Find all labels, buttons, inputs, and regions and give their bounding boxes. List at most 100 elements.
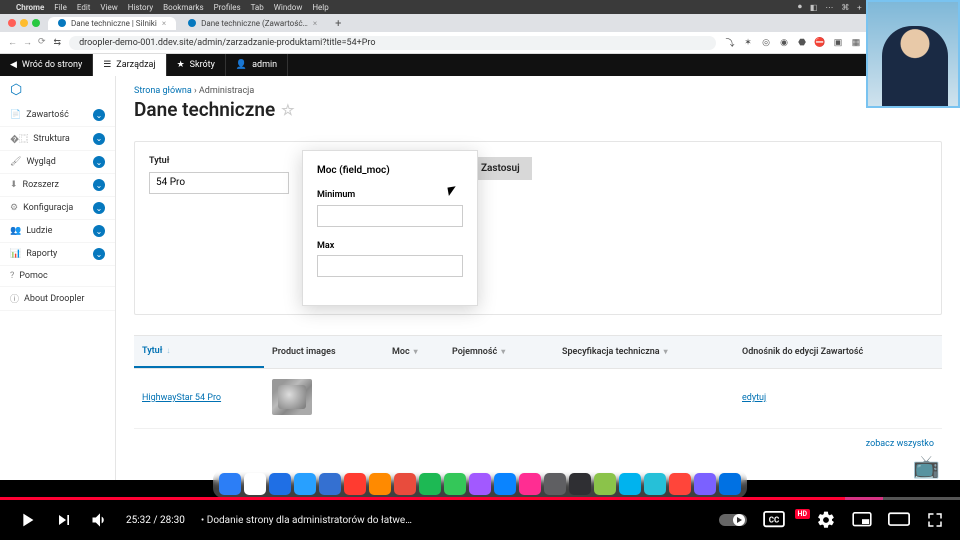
menu-edit[interactable]: Edit <box>77 3 91 12</box>
extension-icon[interactable]: ⛔ <box>814 37 826 49</box>
col-images: Product images <box>264 336 384 368</box>
fullscreen-button[interactable] <box>926 511 944 529</box>
volume-button[interactable] <box>90 510 110 530</box>
popover-min-input[interactable] <box>317 205 463 227</box>
sidebar-item-zawartość[interactable]: 📄Zawartość⌄ <box>0 104 115 127</box>
sidebar-item-ludzie[interactable]: 👥Ludzie⌄ <box>0 220 115 243</box>
popover-max-input[interactable] <box>317 255 463 277</box>
captions-button[interactable]: CC <box>763 511 785 529</box>
extension-icon[interactable]: ◉ <box>778 37 790 49</box>
dock-app-icon[interactable] <box>219 473 241 495</box>
dock-app-icon[interactable] <box>344 473 366 495</box>
dock-app-icon[interactable] <box>644 473 666 495</box>
col-spec[interactable]: Specyfikacja techniczna▾ <box>554 336 734 368</box>
apply-button[interactable]: Zastosuj <box>469 157 532 180</box>
extension-icon[interactable]: ✶ <box>742 37 754 49</box>
dock-app-icon[interactable] <box>519 473 541 495</box>
maximize-window-icon[interactable] <box>32 19 40 27</box>
menubar-status-icon[interactable]: ⏺ <box>798 2 802 12</box>
row-title-link[interactable]: HighwayStar 54 Pro <box>142 393 221 403</box>
new-tab-button[interactable]: + <box>329 17 347 30</box>
shortcuts-button[interactable]: ★ Skróty <box>167 54 226 76</box>
dock-app-icon[interactable] <box>269 473 291 495</box>
browser-tab-2[interactable]: Dane techniczne (Zawartość… × <box>178 17 327 30</box>
dock-app-icon[interactable] <box>369 473 391 495</box>
droopler-logo-icon[interactable]: ⬡ <box>0 76 115 104</box>
dock-app-icon[interactable] <box>594 473 616 495</box>
see-all-link[interactable]: zobacz wszystko <box>866 439 934 449</box>
menubar-status-icon[interactable]: ᚐ <box>857 3 861 12</box>
menubar-status-icon[interactable]: ⋯ <box>825 3 833 12</box>
filter-title-input[interactable] <box>149 172 289 194</box>
dock-app-icon[interactable] <box>494 473 516 495</box>
favorite-star-icon[interactable]: ☆ <box>281 101 294 119</box>
dock-app-icon[interactable] <box>294 473 316 495</box>
browser-tab-1[interactable]: Dane techniczne | Silniki × <box>48 17 176 30</box>
forward-icon[interactable]: → <box>23 37 32 48</box>
address-bar[interactable]: droopler-demo-001.ddev.site/admin/zarzad… <box>69 36 716 50</box>
menu-help[interactable]: Help <box>312 3 328 12</box>
autoplay-toggle[interactable] <box>719 512 747 528</box>
play-button[interactable] <box>16 509 38 531</box>
dock-app-icon[interactable] <box>694 473 716 495</box>
miniplayer-button[interactable] <box>852 512 872 528</box>
extension-icon[interactable]: ⤵ <box>724 37 736 49</box>
dock-app-icon[interactable] <box>319 473 341 495</box>
col-title[interactable]: Tytuł ↓ <box>134 336 264 368</box>
menubar-status-icon[interactable]: ◧ <box>810 3 818 12</box>
back-icon[interactable]: ← <box>8 37 17 48</box>
menu-window[interactable]: Window <box>274 3 303 12</box>
reload-icon[interactable]: ⟳ <box>38 37 46 48</box>
manage-button[interactable]: ☰ Zarządzaj <box>93 54 166 76</box>
site-info-icon[interactable]: ⇆ <box>54 38 62 48</box>
menu-profiles[interactable]: Profiles <box>214 3 241 12</box>
dock-app-icon[interactable] <box>719 473 741 495</box>
svg-text:CC: CC <box>768 515 779 525</box>
user-menu-button[interactable]: 👤 admin <box>226 54 288 76</box>
sidebar-item-struktura[interactable]: �⿴Struktura⌄ <box>0 127 115 151</box>
dock-app-icon[interactable] <box>619 473 641 495</box>
extension-icon[interactable]: ▦ <box>850 37 862 49</box>
sidebar-icon: �⿴ <box>10 132 28 145</box>
close-tab-icon[interactable]: × <box>162 19 166 28</box>
dock-app-icon[interactable] <box>419 473 441 495</box>
dock-app-icon[interactable] <box>444 473 466 495</box>
popover-max-label: Max <box>317 241 463 251</box>
sidebar-item-rozszerz[interactable]: ⬇Rozszerz⌄ <box>0 174 115 197</box>
extension-icon[interactable]: ◎ <box>760 37 772 49</box>
extension-icon[interactable]: ⬣ <box>796 37 808 49</box>
menu-tab[interactable]: Tab <box>251 3 264 12</box>
minimize-window-icon[interactable] <box>20 19 28 27</box>
breadcrumb-home[interactable]: Strona główna <box>134 86 192 96</box>
dock-app-icon[interactable] <box>469 473 491 495</box>
dock-app-icon[interactable] <box>669 473 691 495</box>
menubar-app[interactable]: Chrome <box>16 3 44 12</box>
sidebar-item-konfiguracja[interactable]: ⚙Konfiguracja⌄ <box>0 197 115 220</box>
dock-app-icon[interactable] <box>544 473 566 495</box>
dock-app-icon[interactable] <box>569 473 591 495</box>
close-tab-icon[interactable]: × <box>313 19 317 28</box>
mac-dock[interactable] <box>213 470 747 498</box>
extension-icon[interactable]: ▣ <box>832 37 844 49</box>
menu-view[interactable]: View <box>100 3 117 12</box>
menu-file[interactable]: File <box>54 3 67 12</box>
sidebar-item-raporty[interactable]: 📊Raporty⌄ <box>0 243 115 266</box>
theater-button[interactable] <box>888 512 910 528</box>
menubar-status-icon[interactable]: ⌘ <box>841 3 849 12</box>
settings-button[interactable]: HD <box>801 510 837 530</box>
dock-app-icon[interactable] <box>244 473 266 495</box>
menu-history[interactable]: History <box>128 3 153 12</box>
col-moc[interactable]: Moc▾ <box>384 336 444 368</box>
next-button[interactable] <box>54 510 74 530</box>
main-content: Strona główna › Administracja Dane techn… <box>116 76 960 480</box>
sidebar-item-about droopler[interactable]: ⓘAbout Droopler <box>0 287 115 311</box>
back-to-site-button[interactable]: ◀ Wróć do strony <box>0 54 93 76</box>
dock-app-icon[interactable] <box>394 473 416 495</box>
window-controls[interactable] <box>0 19 48 27</box>
close-window-icon[interactable] <box>8 19 16 27</box>
row-edit-link[interactable]: edytuj <box>742 393 766 403</box>
col-pojemnosc[interactable]: Pojemność▾ <box>444 336 554 368</box>
sidebar-item-pomoc[interactable]: ?Pomoc <box>0 266 115 287</box>
menu-bookmarks[interactable]: Bookmarks <box>163 3 203 12</box>
sidebar-item-wygląd[interactable]: 🖌Wygląd⌄ <box>0 151 115 174</box>
